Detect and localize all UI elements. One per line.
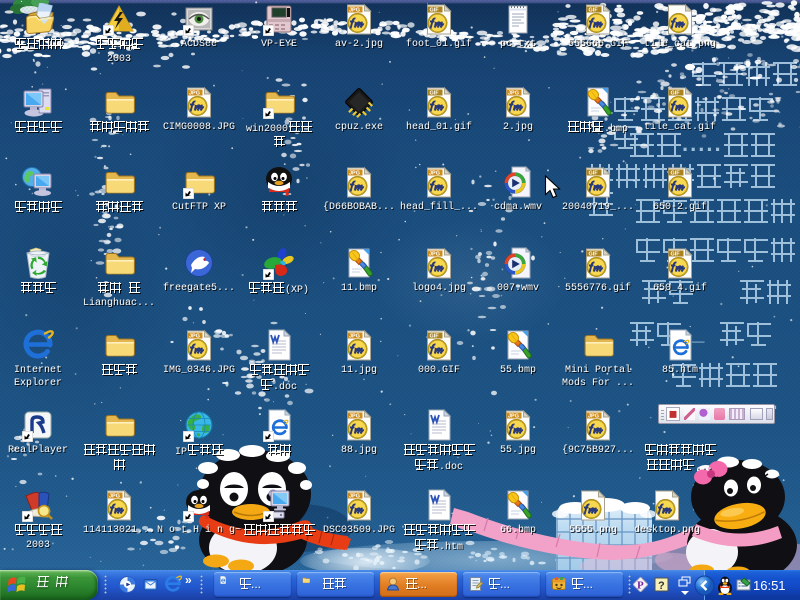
svg-text:P: P: [637, 580, 644, 592]
svg-text:?: ?: [658, 580, 665, 592]
